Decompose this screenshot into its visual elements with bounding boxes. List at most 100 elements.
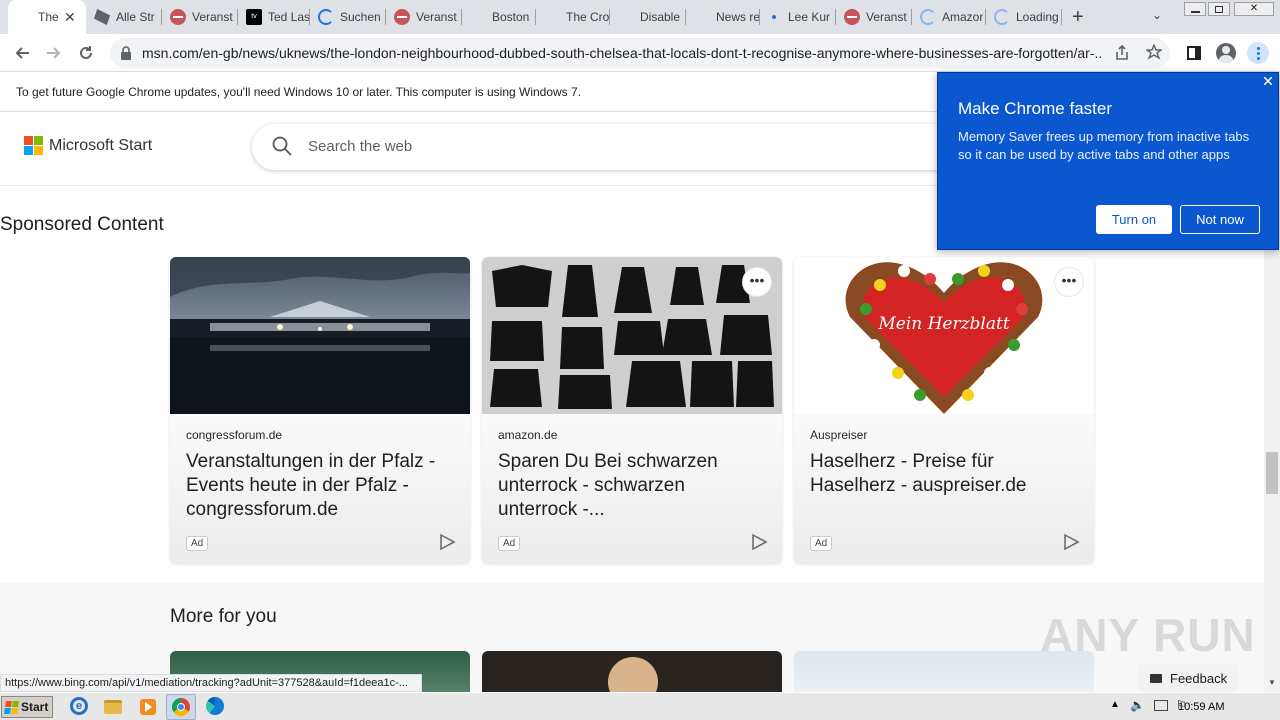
scrollbar-thumb[interactable] xyxy=(1266,452,1278,494)
network-icon[interactable] xyxy=(1154,700,1168,711)
card-headline[interactable]: Veranstaltungen in der Pfalz - Events he… xyxy=(186,450,456,522)
microsoft-icon xyxy=(694,9,710,25)
lock-icon[interactable] xyxy=(120,46,132,60)
adchoices-icon[interactable] xyxy=(438,533,456,551)
card-headline[interactable]: Sparen Du Bei schwarzen unterrock - schw… xyxy=(498,450,768,522)
profile-avatar-icon[interactable] xyxy=(1212,39,1240,67)
tab-ted-las[interactable]: tv Ted Las xyxy=(238,0,310,34)
microsoft-icon xyxy=(16,9,32,25)
sponsored-card[interactable]: Mein Herzblatt ••• Auspreiser Haselherz … xyxy=(794,257,1094,563)
tab-news-re[interactable]: News re xyxy=(686,0,760,34)
card-headline[interactable]: Haselherz - Preise für Haselherz - auspr… xyxy=(810,450,1080,498)
url-text[interactable]: msn.com/en-gb/news/uknews/the-london-nei… xyxy=(142,45,1102,61)
restore-button[interactable] xyxy=(1208,2,1230,16)
card-source: Auspreiser xyxy=(810,428,868,442)
microsoft-start-logo[interactable]: Microsoft Start xyxy=(24,136,152,155)
tab-the[interactable]: The ✕ xyxy=(8,0,86,34)
tab-title: Veranst xyxy=(192,10,233,24)
microsoft-icon xyxy=(544,9,560,25)
side-panel-icon[interactable] xyxy=(1180,39,1208,67)
tab-loading[interactable]: Loading xyxy=(986,0,1062,34)
card-image: Mein Herzblatt xyxy=(794,257,1094,414)
red-circle-icon xyxy=(394,9,410,25)
close-icon[interactable] xyxy=(1264,77,1272,85)
adchoices-icon[interactable] xyxy=(750,533,768,551)
chrome-taskbar-button[interactable] xyxy=(166,694,196,720)
search-icon[interactable] xyxy=(272,136,292,156)
tab-title: News re xyxy=(716,10,760,24)
article-thumbnail[interactable] xyxy=(482,651,782,692)
tab-title: The xyxy=(38,10,59,24)
tab-amazon[interactable]: Amazor xyxy=(912,0,986,34)
volume-icon[interactable]: 🔈 xyxy=(1130,698,1145,712)
file-explorer-icon[interactable] xyxy=(104,697,124,717)
start-button[interactable]: Start xyxy=(1,696,53,718)
forward-arrow-icon[interactable] xyxy=(40,39,68,67)
sponsored-card[interactable]: congressforum.de Veranstaltungen in der … xyxy=(170,257,470,563)
feedback-button[interactable]: Feedback xyxy=(1138,664,1238,692)
bookmark-star-icon[interactable] xyxy=(1146,44,1162,60)
sponsored-card[interactable]: ••• amazon.de Sparen Du Bei schwarzen un… xyxy=(482,257,782,563)
ad-badge: Ad xyxy=(498,536,521,551)
tab-search-chevron-icon[interactable]: ⌄ xyxy=(1152,8,1162,22)
reload-icon[interactable] xyxy=(72,39,100,67)
popup-body: Memory Saver frees up memory from inacti… xyxy=(958,129,1250,162)
tab-alle-str[interactable]: Alle Str xyxy=(86,0,162,34)
tab-disable[interactable]: Disable xyxy=(610,0,686,34)
tab-suchen[interactable]: Suchen xyxy=(310,0,386,34)
tab-strip: The ✕ Alle Str Veranst tv Ted Las Suchen… xyxy=(0,0,1280,34)
card-image xyxy=(170,257,470,414)
search-placeholder: Search the web xyxy=(308,138,413,155)
more-options-button[interactable]: ••• xyxy=(742,267,772,297)
not-now-button[interactable]: Not now xyxy=(1180,205,1260,234)
tab-lee-kur[interactable]: Lee Kur xyxy=(760,0,836,34)
more-options-button[interactable]: ••• xyxy=(1054,267,1084,297)
red-circle-icon xyxy=(170,9,186,25)
microsoft-icon xyxy=(24,136,43,155)
tab-veranst-3[interactable]: Veranst xyxy=(836,0,912,34)
status-bar-url: https://www.bing.com/api/v1/mediation/tr… xyxy=(0,674,422,692)
tab-the-cro[interactable]: The Cro xyxy=(536,0,610,34)
tab-veranst-2[interactable]: Veranst xyxy=(386,0,462,34)
heart-inscription: Mein Herzblatt xyxy=(877,314,1010,334)
new-tab-icon[interactable]: + xyxy=(1072,6,1084,29)
search-input[interactable]: Search the web xyxy=(252,124,972,170)
tab-close-icon[interactable]: ✕ xyxy=(64,9,76,26)
taskbar-clock[interactable]: 10:59 AM xyxy=(1178,701,1224,713)
close-window-button[interactable]: ✕ xyxy=(1234,2,1274,16)
tab-title: Veranst xyxy=(866,10,907,24)
minimize-button[interactable] xyxy=(1184,2,1206,16)
section-title: More for you xyxy=(170,606,277,627)
tab-title: Ted Las xyxy=(268,10,310,24)
popup-title: Make Chrome faster xyxy=(958,99,1112,118)
chrome-menu-icon[interactable] xyxy=(1244,39,1272,67)
infobar-message: To get future Google Chrome updates, you… xyxy=(16,85,582,99)
scroll-down-icon[interactable]: ▼ xyxy=(1268,678,1276,687)
tab-boston[interactable]: Boston xyxy=(462,0,536,34)
internet-explorer-icon[interactable]: e xyxy=(70,697,90,717)
back-arrow-icon[interactable] xyxy=(8,39,36,67)
microsoft-icon xyxy=(618,9,634,25)
tab-title: The Cro xyxy=(566,10,610,24)
ad-badge: Ad xyxy=(186,536,209,551)
feedback-label: Feedback xyxy=(1170,670,1228,686)
browser-toolbar: msn.com/en-gb/news/uknews/the-london-nei… xyxy=(0,34,1280,72)
loading-spinner-icon xyxy=(920,9,936,25)
address-bar[interactable]: msn.com/en-gb/news/uknews/the-london-nei… xyxy=(110,38,1170,68)
brand-name: Microsoft Start xyxy=(49,136,153,154)
media-player-icon[interactable] xyxy=(138,697,158,717)
tab-title: Disable xyxy=(640,10,681,24)
share-icon[interactable] xyxy=(1114,45,1130,61)
turn-on-button[interactable]: Turn on xyxy=(1096,205,1172,234)
memory-saver-popup: Make Chrome faster Memory Saver frees up… xyxy=(937,72,1279,250)
ad-badge: Ad xyxy=(810,536,833,551)
tab-veranst-1[interactable]: Veranst xyxy=(162,0,238,34)
adchoices-icon[interactable] xyxy=(1062,533,1080,551)
edge-icon[interactable] xyxy=(206,697,226,717)
card-source: amazon.de xyxy=(498,428,558,442)
tray-expand-icon[interactable]: ▲ xyxy=(1110,699,1120,710)
appletv-icon: tv xyxy=(246,9,262,25)
chat-icon xyxy=(1150,673,1162,683)
tab-title: Loading xyxy=(1016,10,1059,24)
dot-icon xyxy=(772,15,776,19)
